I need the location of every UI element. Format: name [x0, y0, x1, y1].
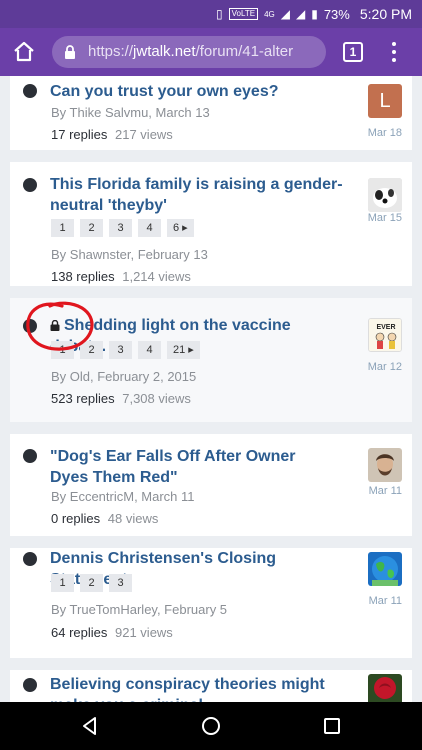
home-icon[interactable] — [12, 40, 36, 64]
back-icon[interactable] — [80, 716, 100, 736]
topic-row[interactable]: Dennis Christensen's Closing Statement 1… — [10, 548, 412, 658]
recents-icon[interactable] — [322, 716, 342, 736]
last-post-date[interactable]: Mar 18 — [352, 127, 402, 139]
rose-avatar-image — [368, 674, 402, 702]
topic-title[interactable]: Believing conspiracy theories might make… — [50, 674, 350, 702]
annotation-circle — [26, 301, 94, 351]
pagination: 1 2 3 4 6 ▸ — [51, 219, 194, 237]
last-post-date[interactable]: Mar 11 — [352, 595, 402, 607]
avatar[interactable] — [368, 552, 402, 586]
battery-percent: 73% — [323, 6, 350, 22]
reply-count: 17 replies — [51, 127, 108, 142]
address-bar[interactable]: https://jwtalk.net/forum/41-alter — [52, 36, 326, 68]
topic-row[interactable]: Can you trust your own eyes? By Thike Sa… — [10, 76, 412, 150]
reply-count: 138 replies — [51, 269, 115, 284]
home-nav-icon[interactable] — [201, 716, 221, 736]
svg-text:EVER: EVER — [376, 324, 395, 331]
browser-toolbar: https://jwtalk.net/forum/41-alter 1 — [0, 28, 422, 76]
network-label: 4G — [264, 9, 275, 19]
topic-author[interactable]: By Thike Salvmu, March 13 — [51, 105, 210, 120]
divider — [10, 658, 412, 670]
topic-title[interactable]: "Dog's Ear Falls Off After Owner Dyes Th… — [50, 446, 330, 488]
topic-stats: 138 replies 1,214 views — [51, 269, 191, 284]
caret-right-icon: ▸ — [179, 222, 188, 234]
view-count: 921 views — [115, 625, 173, 640]
url-path: /forum/41-alter — [195, 43, 294, 60]
topic-title[interactable]: Can you trust your own eyes? — [50, 81, 350, 102]
unread-dot — [23, 449, 37, 463]
cartoon-avatar-image: EVER — [369, 319, 401, 351]
page-link[interactable]: 1 — [51, 219, 74, 237]
page-link[interactable]: 4 — [138, 219, 161, 237]
system-navigation-bar — [0, 702, 422, 750]
dog-avatar-image — [368, 178, 402, 212]
view-count: 7,308 views — [122, 391, 191, 406]
tab-switcher-button[interactable]: 1 — [343, 42, 363, 62]
vibrate-icon: ▯ — [216, 7, 223, 21]
topic-title[interactable]: This Florida family is raising a gender-… — [50, 174, 350, 216]
page-link[interactable]: 3 — [109, 574, 132, 592]
page-link[interactable]: 3 — [109, 341, 132, 359]
unread-dot — [23, 678, 37, 692]
divider — [10, 422, 412, 434]
last-page-link[interactable]: 6 ▸ — [167, 219, 194, 237]
lock-icon — [65, 45, 75, 59]
unread-dot — [23, 84, 37, 98]
globe-avatar-image — [368, 552, 402, 586]
signal-icon-2: ◢ — [295, 7, 306, 21]
topic-row[interactable]: "Dog's Ear Falls Off After Owner Dyes Th… — [10, 434, 412, 536]
battery-icon: ▮ — [311, 7, 318, 21]
divider — [10, 286, 412, 298]
unread-dot — [23, 178, 37, 192]
topic-stats: 17 replies 217 views — [51, 127, 173, 142]
overflow-menu-icon[interactable] — [386, 42, 402, 64]
url-scheme: https:// — [88, 43, 134, 60]
view-count: 48 views — [107, 511, 159, 526]
page-link[interactable]: 1 — [51, 574, 74, 592]
topic-author[interactable]: By Old, February 2, 2015 — [51, 369, 196, 384]
topic-author[interactable]: By Shawnster, February 13 — [51, 247, 208, 262]
avatar[interactable] — [368, 674, 402, 702]
topic-row[interactable]: Believing conspiracy theories might make… — [10, 670, 412, 702]
unread-dot — [23, 552, 37, 566]
reply-count: 0 replies — [51, 511, 101, 526]
avatar[interactable]: EVER — [368, 318, 402, 352]
divider — [10, 150, 412, 162]
caret-right-icon: ▸ — [185, 344, 194, 356]
page-link[interactable]: 2 — [80, 219, 103, 237]
last-post-date[interactable]: Mar 12 — [352, 361, 402, 373]
topic-stats: 64 replies 921 views — [51, 625, 173, 640]
avatar[interactable] — [368, 178, 402, 212]
last-post-date[interactable]: Mar 11 — [352, 485, 402, 497]
signal-icon: ◢ — [280, 7, 290, 21]
page-link[interactable]: 2 — [80, 574, 103, 592]
reply-count: 64 replies — [51, 625, 108, 640]
topic-author[interactable]: By TrueTomHarley, February 5 — [51, 602, 227, 617]
last-page-link[interactable]: 21 ▸ — [167, 341, 200, 359]
page-link[interactable]: 4 — [138, 341, 161, 359]
person-avatar-image — [368, 448, 402, 482]
topic-stats: 0 replies 48 views — [51, 511, 158, 526]
url-host: jwtalk.net — [133, 43, 196, 60]
last-post-date[interactable]: Mar 15 — [352, 212, 402, 224]
topic-row[interactable]: This Florida family is raising a gender-… — [10, 162, 412, 286]
pagination: 1 2 3 — [51, 574, 132, 592]
divider — [10, 536, 412, 548]
avatar[interactable]: L — [368, 84, 402, 118]
view-count: 1,214 views — [122, 269, 191, 284]
topic-author[interactable]: By EccentricM, March 11 — [51, 489, 195, 504]
page-link[interactable]: 3 — [109, 219, 132, 237]
clock: 5:20 PM — [359, 6, 412, 22]
view-count: 217 views — [115, 127, 173, 142]
status-bar: ▯ VoLTE 4G ◢ ◢ ▮ 73% 5:20 PM — [0, 0, 422, 28]
topic-stats: 523 replies 7,308 views — [51, 391, 191, 406]
avatar[interactable] — [368, 448, 402, 482]
topic-list-viewport[interactable]: Can you trust your own eyes? By Thike Sa… — [0, 76, 422, 702]
reply-count: 523 replies — [51, 391, 115, 406]
volte-indicator: VoLTE — [228, 8, 259, 20]
